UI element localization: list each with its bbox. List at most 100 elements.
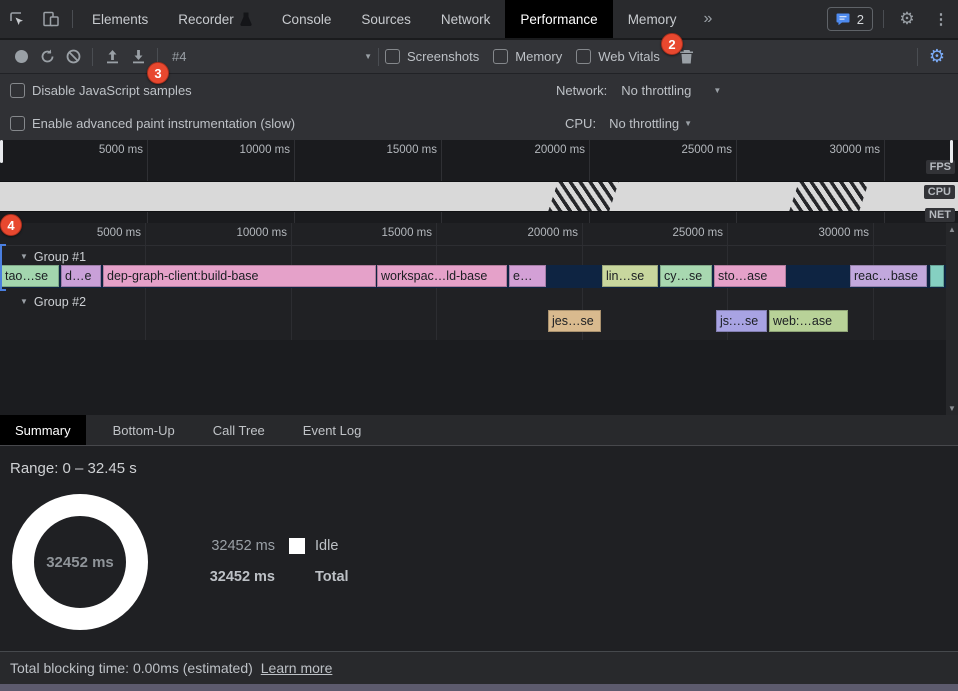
cpu-throttling-select[interactable]: No throttling [609,116,679,131]
kebab-menu-icon: ⋮ [934,10,949,28]
network-throttling-select[interactable]: No throttling [621,83,691,98]
tab-recorder[interactable]: Recorder [163,0,267,38]
tab-summary[interactable]: Summary [0,415,86,445]
settings-button[interactable]: ⚙ [890,0,924,38]
learn-more-link[interactable]: Learn more [261,660,333,676]
screenshots-label: Screenshots [407,49,479,64]
tab-performance[interactable]: Performance [505,0,612,38]
tab-call-tree[interactable]: Call Tree [198,415,280,445]
tab-network[interactable]: Network [426,0,506,38]
flame-bar[interactable] [930,265,944,287]
devtools-tabbar: Elements Recorder Console Sources Networ… [0,0,958,40]
overview-tick: 5000 ms [67,144,143,156]
lane-label-cpu: CPU [924,185,955,199]
footer-bar: Total blocking time: 0.00ms (estimated) … [0,651,958,684]
flame-bar[interactable]: d…e [61,265,101,287]
memory-label: Memory [515,49,562,64]
flame-bar[interactable]: tao…se [1,265,59,287]
devtools-menu-button[interactable]: ⋮ [924,0,958,38]
flame-bar[interactable]: reac…base [850,265,927,287]
reload-and-record-button[interactable] [34,44,60,70]
tab-label: Sources [361,12,411,27]
legend-value: 32452 ms [205,538,275,554]
annotation-badge-3: 3 [147,62,169,84]
legend-value: 32452 ms [205,569,275,585]
history-select[interactable]: #4 ▼ [164,49,372,64]
group-label: Group #1 [34,250,86,264]
chevrons-icon: » [703,10,712,28]
flame-scrollbar[interactable]: ▲ ▼ [946,223,958,415]
flame-tick: 10000 ms [211,227,287,239]
legend-row-total: 32452 ms Total [205,569,349,585]
screenshots-checkbox[interactable] [385,49,400,64]
device-toolbar-icon [41,9,61,29]
annotation-badge-2: 2 [661,33,683,55]
flame-track-group1: tao…se d…e dep-graph-client:build-base w… [0,265,946,288]
cpu-label: CPU: [565,116,596,131]
flame-bar[interactable]: js:…se [716,310,767,332]
record-button[interactable] [8,44,34,70]
flame-track-group2: jes…se js:…se web:…ase [0,310,946,333]
tab-label: Performance [520,12,597,27]
flame-empty-area [0,340,946,415]
flame-group2-header[interactable]: ▼ Group #2 [0,293,946,310]
flame-bar[interactable]: workspac…ld-base [377,265,507,287]
cpu-hatch-region [548,182,618,211]
memory-checkbox[interactable] [493,49,508,64]
selection-handle-right[interactable] [950,140,953,163]
device-toolbar-button[interactable] [34,0,68,38]
reload-icon [39,48,56,65]
flame-bar[interactable]: dep-graph-client:build-base [103,265,376,287]
tab-label: Network [441,12,491,27]
load-profile-button[interactable] [99,44,125,70]
flame-group1-header[interactable]: ▼ Group #1 [0,248,946,265]
legend-row-idle: 32452 ms Idle [205,538,338,554]
issues-counter-button[interactable]: 2 [827,7,873,31]
tab-sources[interactable]: Sources [346,0,426,38]
paint-instrumentation-checkbox[interactable] [10,116,25,131]
flame-tick: 20000 ms [502,227,578,239]
tab-elements[interactable]: Elements [77,0,163,38]
upload-icon [104,48,121,65]
flame-bar[interactable]: lin…se [602,265,658,287]
web-vitals-checkbox[interactable] [576,49,591,64]
cpu-hatch-region [789,182,868,211]
flame-bar[interactable]: sto…ase [714,265,786,287]
tab-label: Console [282,12,332,27]
flame-bar[interactable]: jes…se [548,310,601,332]
legend-label: Total [315,569,349,585]
gear-icon: ⚙ [899,9,914,29]
selected-group-bracket [0,244,6,291]
settings-row-2: Enable advanced paint instrumentation (s… [0,107,958,140]
group-label: Group #2 [34,295,86,309]
timeline-overview[interactable]: 5000 ms 10000 ms 15000 ms 20000 ms 25000… [0,140,958,224]
flame-bar[interactable]: web:…ase [769,310,848,332]
more-tabs-button[interactable]: » [691,0,724,38]
tab-label: Summary [15,423,71,438]
selection-handle-left[interactable] [0,140,3,163]
flame-bar[interactable]: cy…se [660,265,712,287]
scroll-up-icon[interactable]: ▲ [948,225,956,234]
tab-memory[interactable]: Memory [613,0,692,38]
disable-js-samples-checkbox[interactable] [10,83,25,98]
capture-settings-button[interactable]: ⚙ [924,44,950,70]
clear-recordings-button[interactable] [60,44,86,70]
inspect-element-button[interactable] [0,0,34,38]
chevron-down-icon: ▼ [684,119,692,128]
flame-bar[interactable]: e… [509,265,546,287]
tab-label: Elements [92,12,148,27]
tab-console[interactable]: Console [267,0,347,38]
triangle-down-icon: ▼ [20,252,28,261]
flame-chart[interactable]: 5000 ms 10000 ms 15000 ms 20000 ms 25000… [0,223,958,415]
save-profile-button[interactable] [125,44,151,70]
trash-icon [679,48,694,65]
tab-bottom-up[interactable]: Bottom-Up [98,415,190,445]
inspect-cursor-icon [7,9,27,29]
scroll-down-icon[interactable]: ▼ [948,404,956,413]
details-tabbar: Summary Bottom-Up Call Tree Event Log [0,415,958,446]
gear-icon-blue: ⚙ [929,46,945,67]
tab-event-log[interactable]: Event Log [288,415,377,445]
overview-tick: 20000 ms [509,144,585,156]
flame-tick: 25000 ms [647,227,723,239]
block-icon [65,48,82,65]
